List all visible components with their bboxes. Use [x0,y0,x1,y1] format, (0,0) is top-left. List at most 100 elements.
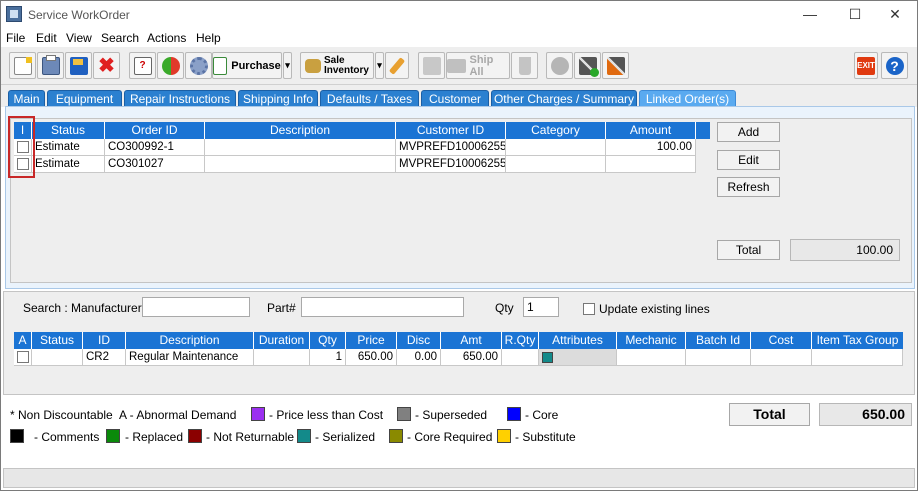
col-header-id[interactable]: ID [83,332,126,349]
disabled-gear-button[interactable] [546,52,573,79]
highlight-box [8,116,35,178]
legend-non-discountable: * Non Discountable [10,408,113,422]
box-icon [422,56,441,75]
menu-help[interactable]: Help [196,31,221,45]
line-checkbox[interactable] [17,351,29,363]
line-cell-item-tax-group [812,349,903,366]
refresh-button[interactable] [157,52,184,79]
save-button[interactable] [65,52,92,79]
search-label: Search : [23,301,68,315]
cell-order-id: CO301027 [105,156,205,173]
col-header-duration[interactable]: Duration [254,332,310,349]
col-header-item-tax-group[interactable]: Item Tax Group [812,332,903,349]
inventory-label: Inventory [323,64,369,76]
tools-button[interactable] [602,52,629,79]
col-header-description[interactable]: Description [205,122,396,139]
menu-actions[interactable]: Actions [147,31,186,45]
cell-category [506,139,606,156]
col-header-batch-id[interactable]: Batch Id [686,332,751,349]
purchase-button[interactable]: Purchase [212,52,282,79]
col-header-cost[interactable]: Cost [751,332,812,349]
col-header-attributes[interactable]: Attributes [539,332,617,349]
tab-defaults-taxes[interactable]: Defaults / Taxes [320,90,419,107]
legend-price-less-than-cost: - Price less than Cost [269,408,384,422]
edit-button[interactable]: Edit [717,150,780,170]
manufacturer-input[interactable] [142,297,250,317]
menu-search[interactable]: Search [101,31,139,45]
col-header-price[interactable]: Price [346,332,397,349]
line-cell-attributes [539,349,617,366]
app-icon [6,6,22,22]
qty-input[interactable]: 1 [523,297,559,317]
ship-all-button[interactable]: Ship All [446,52,510,79]
trash-button[interactable] [511,52,538,79]
col-header-customer-id[interactable]: Customer ID [396,122,506,139]
new-button[interactable] [9,52,36,79]
line-cell-price: 650.00 [346,349,397,366]
tools-add-icon [578,56,599,77]
update-existing-checkbox[interactable] [583,303,595,315]
sale-inventory-dropdown[interactable]: ▾ [375,52,384,79]
tab-equipment[interactable]: Equipment [47,90,122,107]
help-book-icon: ? [133,56,152,75]
tools-add-button[interactable] [574,52,601,79]
settings-button[interactable] [185,52,212,79]
cell-customer-id: MVPREFD10006255 [396,139,506,156]
menu-view[interactable]: View [66,31,92,45]
tab-shipping-info[interactable]: Shipping Info [238,90,318,107]
col-header-amt[interactable]: Amt [441,332,502,349]
tab-repair-instructions[interactable]: Repair Instructions [124,90,236,107]
purchase-dropdown[interactable]: ▾ [283,52,292,79]
edit-pencil-button[interactable] [385,52,409,79]
line-cell-status [32,349,83,366]
menu-file[interactable]: File [6,31,25,45]
legend-swatch-core [507,407,521,421]
line-select-cell[interactable] [14,349,32,366]
col-header-a[interactable]: A [14,332,32,349]
col-header-line-status[interactable]: Status [32,332,83,349]
add-button[interactable]: Add [717,122,780,142]
col-header-status[interactable]: Status [32,122,105,139]
minimize-button[interactable]: — [787,1,833,28]
tab-main[interactable]: Main [8,90,45,107]
serialized-attribute-swatch [542,352,553,363]
col-header-category[interactable]: Category [506,122,606,139]
legend-swatch-price-less-than-cost [251,407,265,421]
part-label: Part# [267,301,296,315]
tools-icon [606,56,625,75]
refresh-list-button[interactable]: Refresh [717,177,780,197]
settings-icon [189,56,208,75]
line-cell-cost [751,349,812,366]
legend-serialized: - Serialized [315,430,376,444]
print-button[interactable] [37,52,64,79]
tab-linked-orders[interactable]: Linked Order(s) [639,90,736,107]
legend-not-returnable: - Not Returnable [206,430,295,444]
col-header-qty[interactable]: Qty [310,332,346,349]
sale-inventory-icon [304,58,321,73]
disabled-tool-button[interactable] [418,52,445,79]
status-bar [3,468,915,488]
help-book-button[interactable]: ? [129,52,156,79]
part-input[interactable] [301,297,464,317]
total-button[interactable]: Total [717,240,780,260]
menu-edit[interactable]: Edit [36,31,57,45]
col-header-mechanic[interactable]: Mechanic [617,332,686,349]
window-title: Service WorkOrder [28,8,130,22]
col-header-rqty[interactable]: R.Qty [502,332,539,349]
close-button[interactable]: ✕ [872,1,918,28]
legend-superseded: - Superseded [415,408,488,422]
sale-inventory-button[interactable]: Sale Inventory [300,52,374,79]
col-header-disc[interactable]: Disc [397,332,441,349]
legend-swatch-replaced [106,429,120,443]
legend-core: - Core [525,408,559,422]
tab-customer[interactable]: Customer [421,90,489,107]
col-header-order-id[interactable]: Order ID [105,122,205,139]
tab-other-charges-summary[interactable]: Other Charges / Summary [491,90,637,107]
col-header-line-description[interactable]: Description [126,332,254,349]
cell-description [205,156,396,173]
delete-button[interactable]: ✖ [93,52,120,79]
legend-abnormal-demand: A - Abnormal Demand [119,408,237,422]
help-button[interactable]: ? [881,52,908,79]
col-header-amount[interactable]: Amount [606,122,696,139]
exit-button[interactable]: EXIT [854,52,878,79]
